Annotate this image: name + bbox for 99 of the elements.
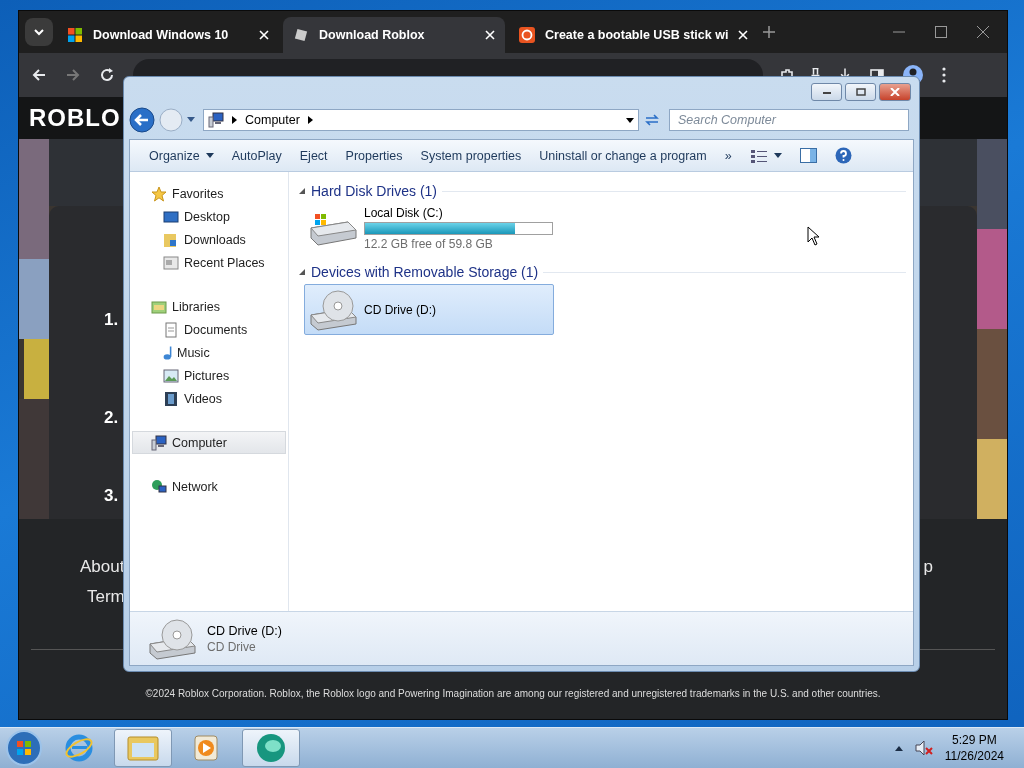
- step-number: 1.: [104, 310, 119, 330]
- taskbar-button[interactable]: [242, 729, 300, 767]
- view-list-icon: [749, 148, 768, 163]
- film-icon: [163, 390, 179, 407]
- clock[interactable]: 5:29 PM 11/26/2024: [944, 732, 1004, 764]
- detail-name: CD Drive (D:): [207, 623, 282, 638]
- command-button[interactable]: AutoPlay: [222, 148, 291, 163]
- caret-icon: [626, 117, 634, 123]
- drive-tile[interactable]: Local Disk (C:) 12.2 GB free of 59.8 GB: [304, 203, 554, 254]
- ring-icon: [519, 27, 535, 43]
- cd-drive-icon: [146, 617, 198, 660]
- close-icon: [977, 26, 989, 38]
- folder-icon: [127, 734, 159, 762]
- music-note-icon: [163, 345, 172, 360]
- browser-tab[interactable]: Create a bootable USB stick wi: [509, 17, 759, 53]
- minimize-button[interactable]: [811, 82, 842, 101]
- cursor-icon: [807, 226, 821, 246]
- section-title: Hard Disk Drives (1): [311, 183, 437, 199]
- command-button[interactable]: Eject: [290, 148, 337, 163]
- star-icon: [151, 185, 167, 202]
- maximize-icon: [935, 26, 947, 38]
- logo[interactable]: ROBLO: [29, 104, 121, 132]
- command-button[interactable]: Organize: [140, 148, 223, 163]
- tab-list-button[interactable]: [25, 18, 53, 46]
- drive-tile[interactable]: CD Drive (D:): [304, 284, 554, 335]
- address-bar[interactable]: [133, 59, 763, 77]
- refresh-icon: [643, 112, 661, 128]
- libraries-icon: [151, 298, 167, 315]
- close-icon: [890, 87, 900, 96]
- back-arrow-icon: [31, 67, 47, 83]
- close-icon: [738, 30, 749, 40]
- maximize-button[interactable]: [845, 82, 876, 101]
- recent-places-icon: [163, 254, 179, 271]
- forward-arrow-icon: [65, 67, 81, 83]
- nav-item[interactable]: Libraries: [132, 295, 286, 318]
- footer-link[interactable]: About: [80, 557, 125, 577]
- command-button[interactable]: Properties: [336, 148, 412, 163]
- search-field[interactable]: Search Computer: [669, 109, 909, 131]
- help-icon: [834, 147, 852, 164]
- command-button[interactable]: Uninstall or change a program: [530, 148, 716, 163]
- reload-icon: [99, 67, 115, 83]
- nav-item[interactable]: Computer: [132, 431, 286, 454]
- close-button[interactable]: [879, 82, 911, 101]
- footer-link[interactable]: Term: [87, 587, 125, 607]
- cd-drive-icon: [308, 288, 358, 331]
- start-orb-icon: [4, 729, 44, 767]
- restore-icon: [855, 87, 866, 96]
- app-icon: [255, 733, 287, 763]
- menu-icon: [942, 67, 946, 83]
- network-icon: [151, 478, 167, 495]
- nav-item[interactable]: Videos: [132, 387, 286, 410]
- expand-arrow-icon[interactable]: [298, 187, 306, 195]
- computer-icon: [208, 112, 224, 128]
- step-number: 2.: [104, 408, 119, 428]
- detail-type: CD Drive: [207, 639, 257, 654]
- free-space-text: 12.2 GB free of 59.8 GB: [364, 237, 494, 251]
- computer-icon: [151, 434, 167, 451]
- nav-item[interactable]: Music: [132, 341, 286, 364]
- preview-pane-icon: [799, 148, 817, 163]
- browser-tab[interactable]: Download Roblox: [283, 17, 505, 53]
- picture-icon: [163, 367, 179, 384]
- caret-right-icon: [232, 116, 237, 124]
- nav-item[interactable]: Network: [132, 475, 286, 498]
- section-title: Devices with Removable Storage (1): [311, 264, 539, 280]
- taskbar-button[interactable]: [114, 729, 172, 767]
- document-icon: [163, 321, 179, 338]
- copyright-text: ©2024 Roblox Corporation. Roblox, the Roblox logo and Powering Imagination are among our registered and unregistered trademarks in the U.S. and other countries.: [144, 688, 882, 699]
- nav-item[interactable]: Desktop: [132, 205, 286, 228]
- desktop-icon: [163, 208, 179, 225]
- e-logo-icon: [64, 733, 94, 763]
- speaker-muted-icon: [914, 740, 933, 756]
- drive-name: Local Disk (C:): [364, 206, 444, 220]
- nav-item[interactable]: Favorites: [132, 182, 286, 205]
- hard-drive-icon: [308, 211, 358, 246]
- caret-icon: [205, 153, 214, 158]
- step-number: 3.: [104, 486, 119, 506]
- expand-arrow-icon[interactable]: [298, 268, 306, 276]
- command-button[interactable]: »: [715, 148, 741, 163]
- nav-item[interactable]: Pictures: [132, 364, 286, 387]
- close-icon: [259, 30, 269, 40]
- caret-up-icon: [894, 745, 903, 751]
- caret-icon: [773, 153, 782, 158]
- four-squares-icon: [67, 27, 83, 43]
- caret-icon: [187, 117, 195, 123]
- plus-icon: [762, 25, 777, 39]
- caret-right-icon: [307, 116, 313, 124]
- forward-circle-icon: [159, 108, 183, 132]
- play-icon: [194, 734, 220, 762]
- nav-item[interactable]: Documents: [132, 318, 286, 341]
- browser-tab[interactable]: Download Windows 10: [57, 17, 279, 53]
- address-field[interactable]: Computer: [203, 109, 639, 131]
- nav-item[interactable]: Recent Places: [132, 251, 286, 274]
- chevron-down-icon: [34, 27, 44, 37]
- command-button[interactable]: System properties: [411, 148, 531, 163]
- folder-icon: [163, 231, 179, 248]
- drive-name: CD Drive (D:): [364, 302, 436, 317]
- close-icon: [485, 30, 495, 40]
- nav-item[interactable]: Downloads: [132, 228, 286, 251]
- footer-link[interactable]: p: [923, 557, 933, 577]
